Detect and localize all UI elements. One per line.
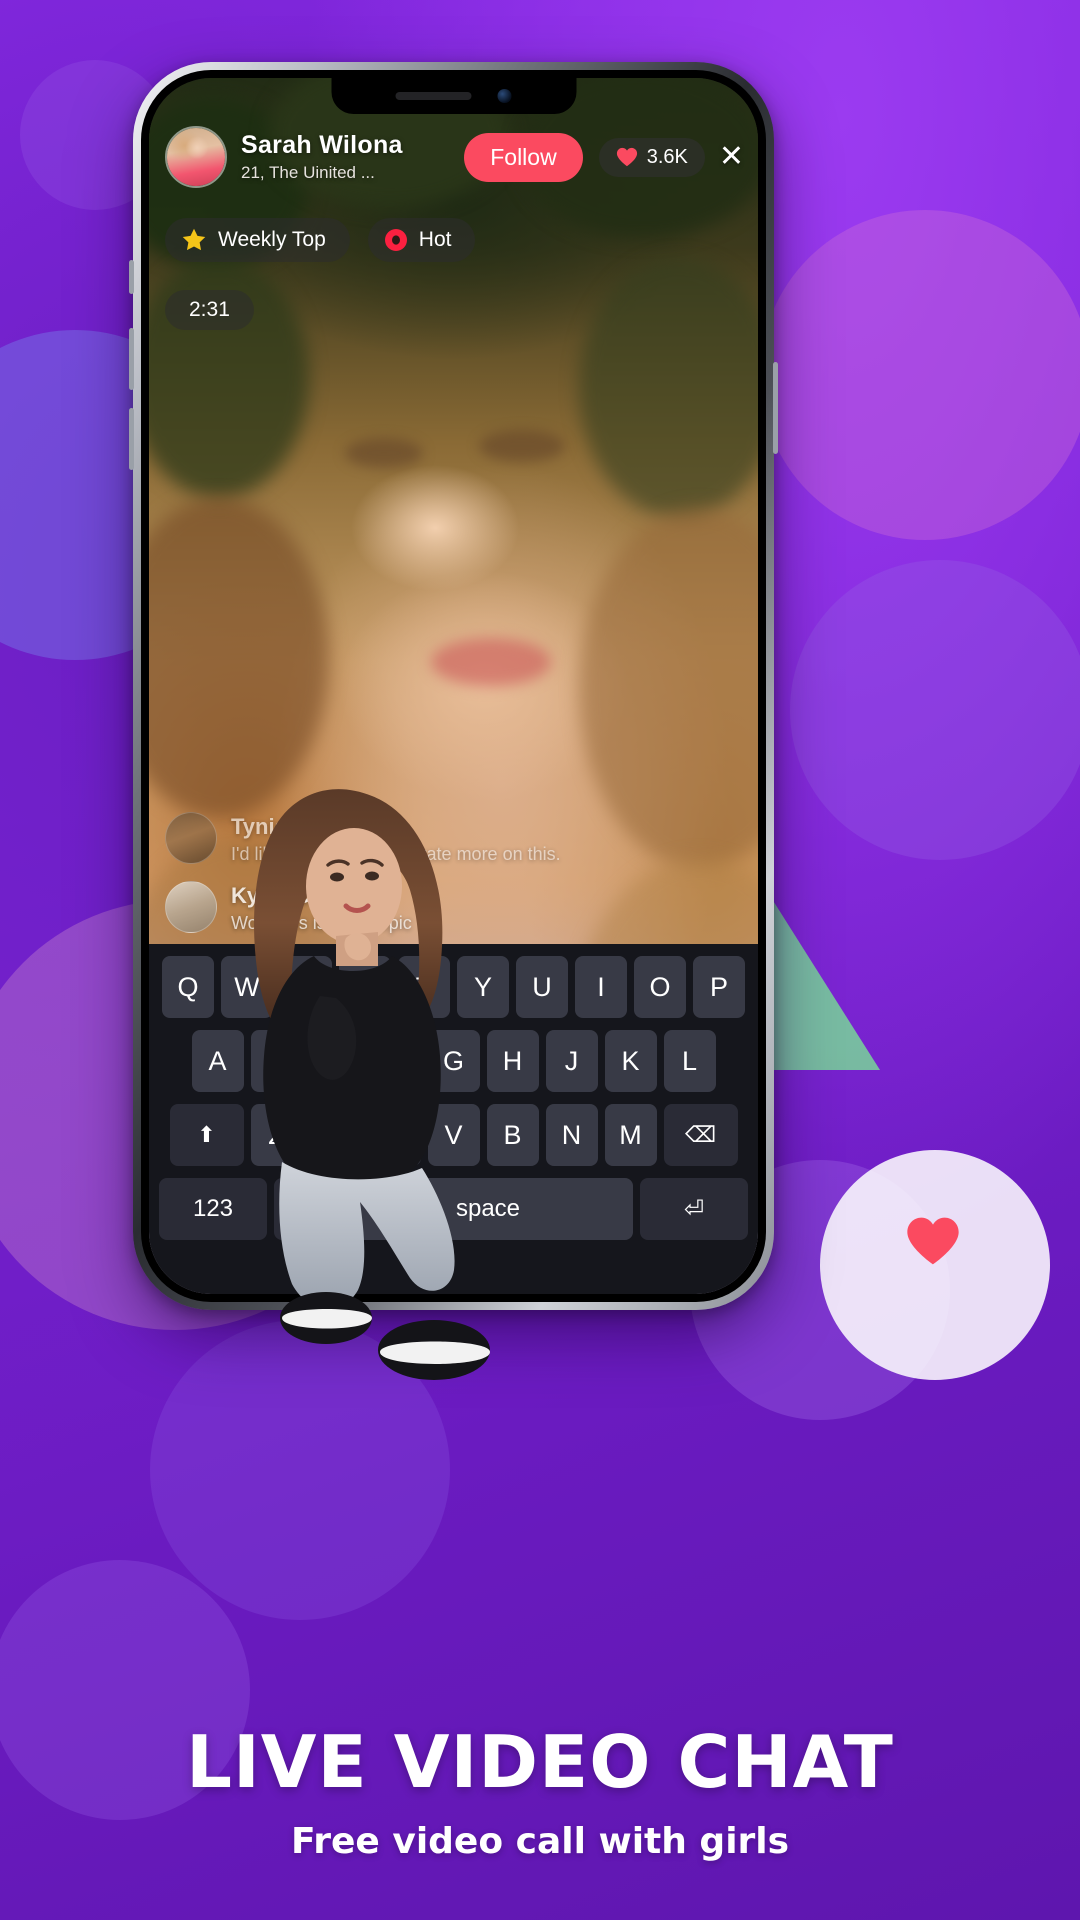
tab-weekly-top-label: Weekly Top [218, 228, 326, 251]
phone-volume-up-button [129, 328, 134, 390]
host-meta: 21, The Uinited ... [241, 163, 375, 182]
tab-hot-label: Hot [418, 228, 452, 251]
heart-icon [616, 147, 637, 167]
phone-silent-switch [129, 260, 134, 294]
phone-power-button [773, 362, 778, 454]
stream-tabs: Weekly Top Hot [165, 218, 476, 262]
host-name: Sarah Wilona [241, 131, 403, 159]
background-blob [790, 560, 1080, 860]
stream-timer: 2:31 [165, 290, 254, 330]
follow-button[interactable]: Follow [464, 132, 583, 182]
key-M[interactable]: M [604, 1104, 657, 1166]
promo-text-block: LIVE VIDEO CHAT Free video call with gir… [0, 1725, 1080, 1862]
like-counter[interactable]: 3.6K [598, 137, 705, 177]
phone-volume-down-button [129, 408, 134, 470]
like-count-label: 3.6K [646, 145, 688, 168]
tab-hot[interactable]: Hot [367, 218, 476, 262]
backspace-icon[interactable]: ⌫ [663, 1104, 738, 1166]
host-info: Sarah Wilona 21, The Uinited ... [241, 131, 462, 183]
key-K[interactable]: K [604, 1030, 657, 1092]
key-J[interactable]: J [545, 1030, 598, 1092]
background-triangle [760, 880, 880, 1070]
key-P[interactable]: P [693, 956, 745, 1018]
model-cutout-photo [254, 789, 490, 1380]
key-L[interactable]: L [663, 1030, 716, 1092]
key-O[interactable]: O [634, 956, 686, 1018]
decorative-heart-icon [907, 1217, 959, 1265]
host-avatar[interactable] [165, 126, 227, 188]
promo-subheadline: Free video call with girls [290, 1821, 790, 1862]
promo-headline: LIVE VIDEO CHAT [186, 1720, 894, 1805]
stream-header: Sarah Wilona 21, The Uinited ... Follow … [165, 126, 744, 188]
background-blob [760, 210, 1080, 540]
close-icon[interactable]: ✕ [719, 142, 744, 172]
key-I[interactable]: I [575, 956, 627, 1018]
return-icon[interactable]: ⏎ [640, 1178, 748, 1240]
key-N[interactable]: N [545, 1104, 598, 1166]
hot-icon [384, 229, 407, 251]
tab-weekly-top[interactable]: Weekly Top [165, 218, 350, 262]
star-icon [182, 228, 206, 251]
